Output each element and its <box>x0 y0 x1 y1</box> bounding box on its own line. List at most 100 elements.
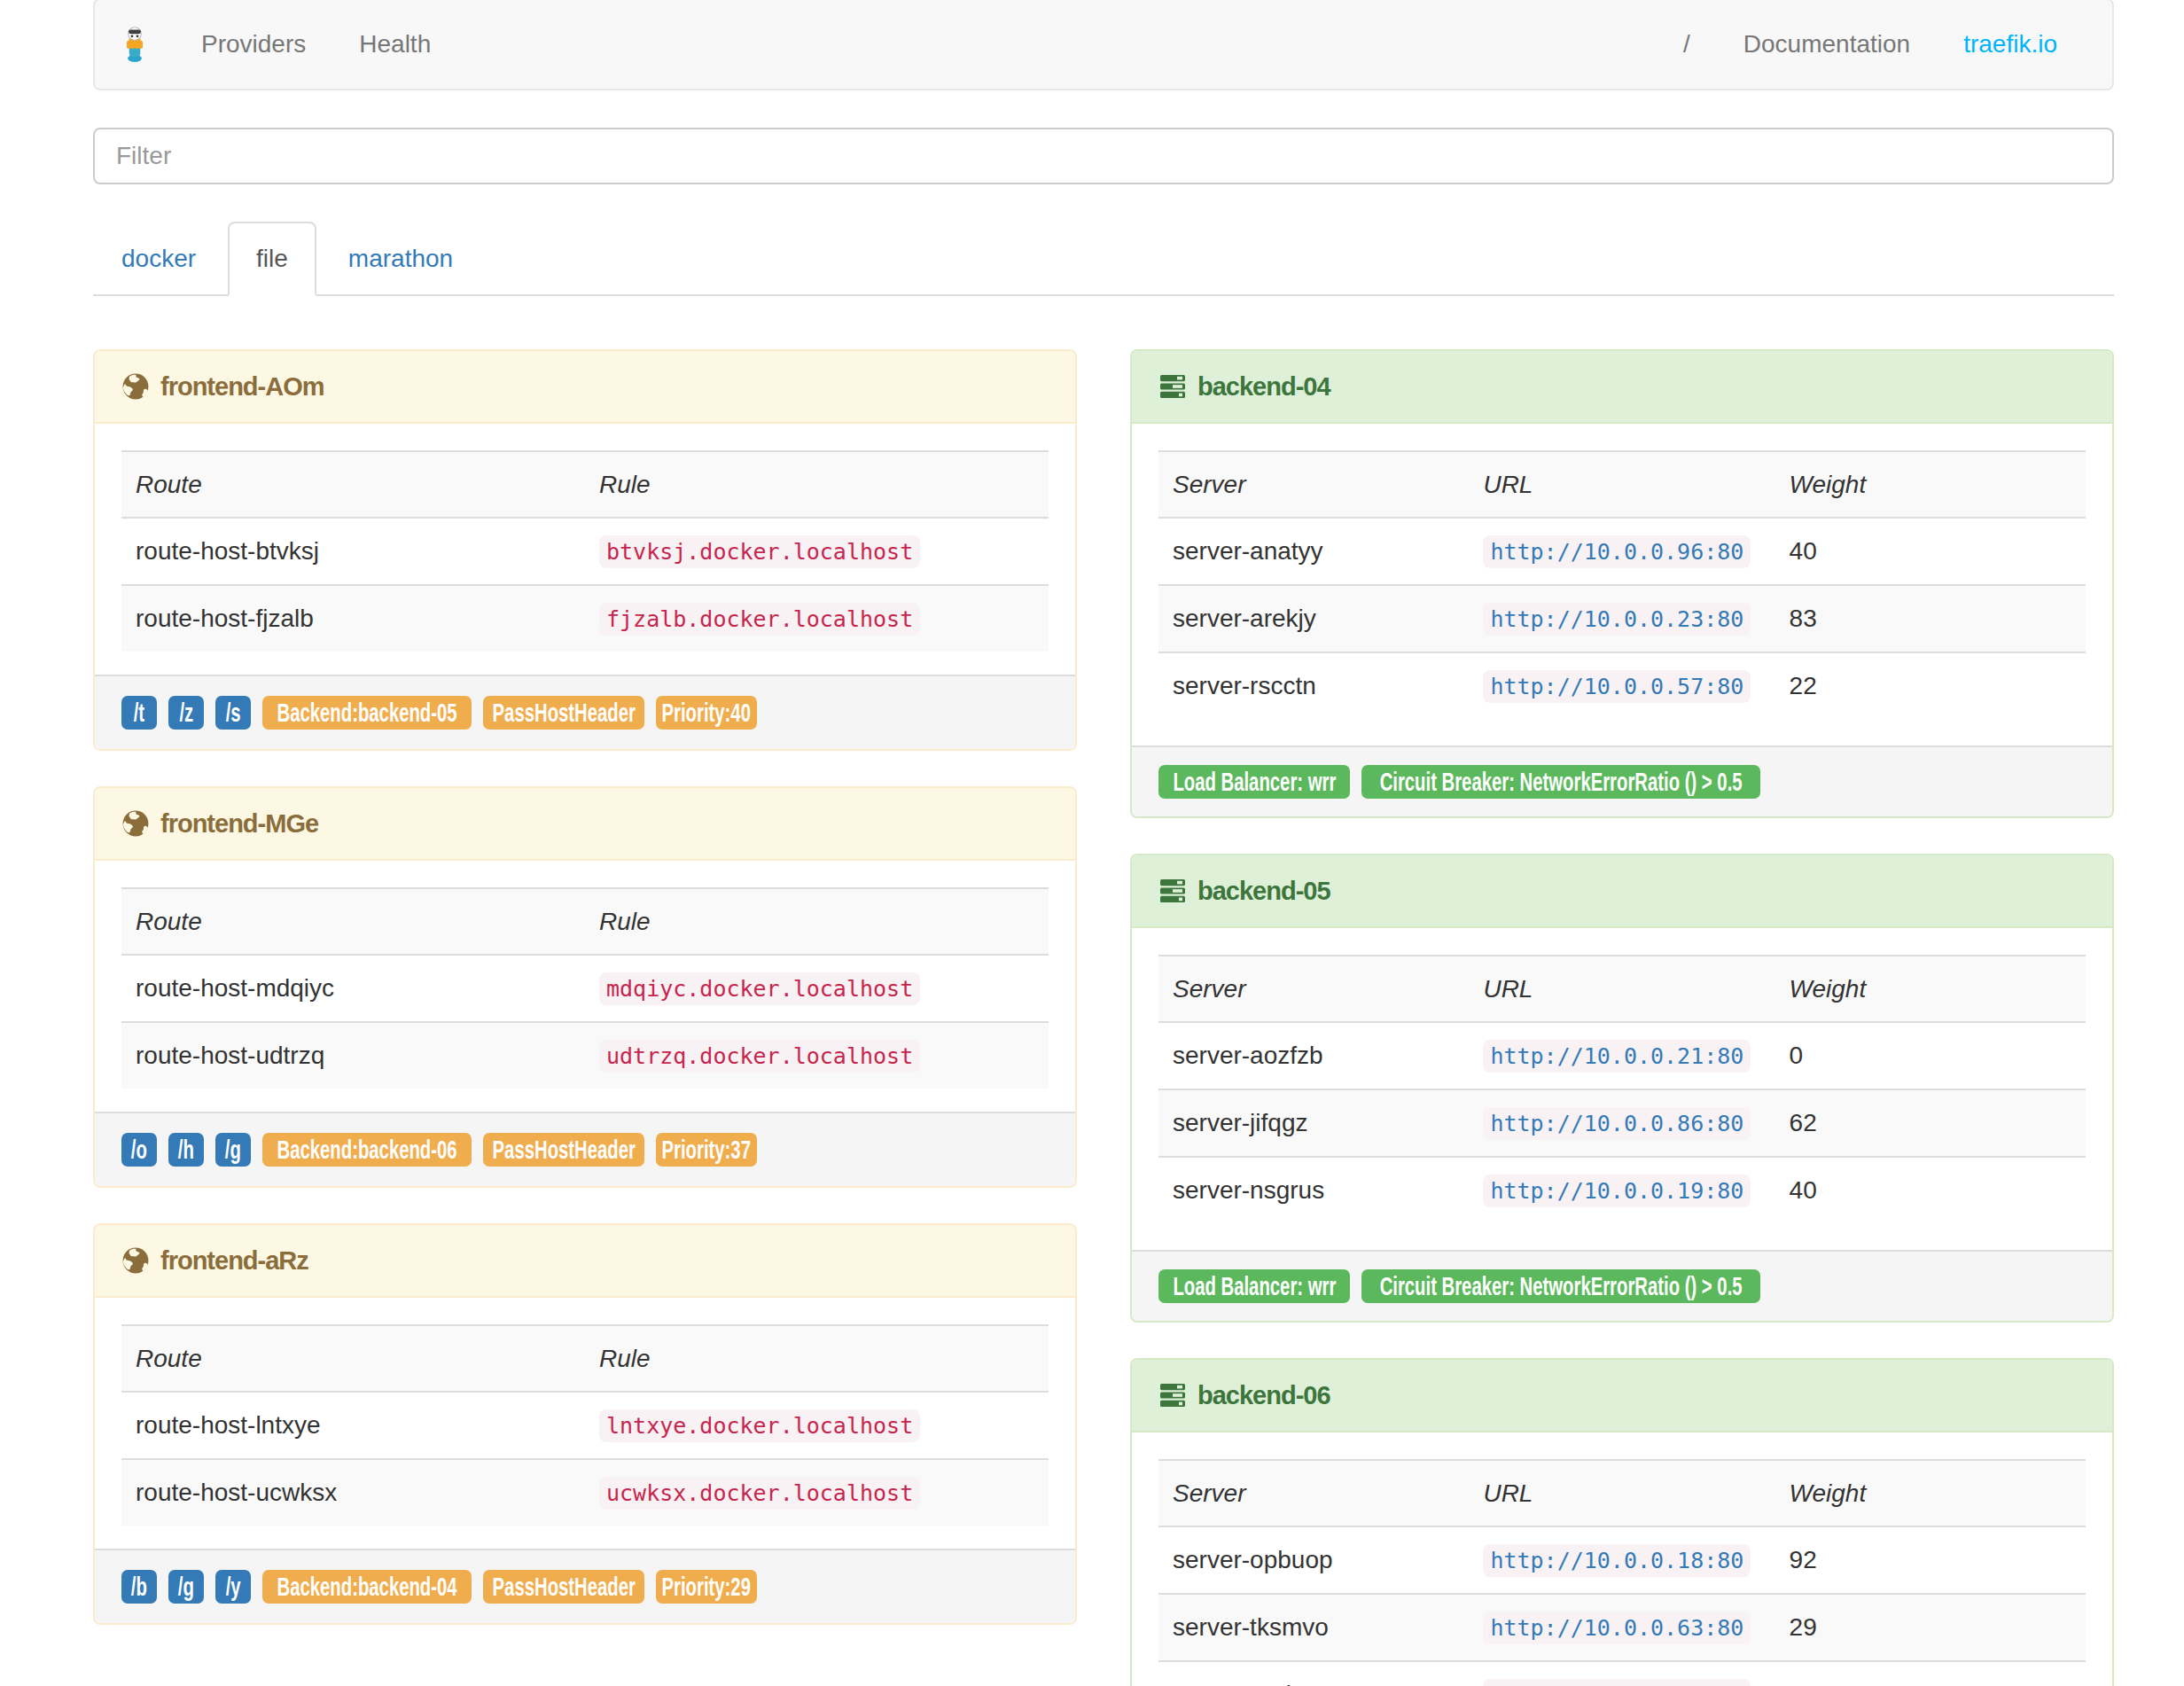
frontend-badge: Priority:29 <box>656 1570 757 1604</box>
server-weight: 83 <box>1775 585 2086 652</box>
path-badge: /s <box>215 696 251 730</box>
rule-value: ucwksx.docker.localhost <box>599 1477 920 1510</box>
backend-panel: backend-04ServerURLWeightserver-anatyyht… <box>1130 349 2114 818</box>
backend-server-row: server-nsgrus http://10.0.0.19:80 40 <box>1158 1157 2086 1223</box>
url-column-header: URL <box>1469 1460 1774 1526</box>
nav-traefik-io[interactable]: traefik.io <box>1937 2 2084 87</box>
backend-badge: Circuit Breaker: NetworkErrorRatio () > … <box>1361 1269 1760 1303</box>
server-name: server-anatyy <box>1158 518 1469 585</box>
path-badge: /g <box>215 1133 251 1167</box>
path-badge: /t <box>121 696 157 730</box>
frontend-panel-body: RouteRuleroute-host-btvksjbtvksj.docker.… <box>95 424 1075 675</box>
backend-table-header-row: ServerURLWeight <box>1158 451 2086 518</box>
server-name: server-opbuop <box>1158 1526 1469 1594</box>
frontend-badge: PassHostHeader <box>483 1570 644 1604</box>
server-url-cell: http://10.0.0.23:80 <box>1469 585 1774 652</box>
backend-server-row: server-opbuophttp://10.0.0.18:8092 <box>1158 1526 2086 1594</box>
server-weight: 40 <box>1775 518 2086 585</box>
server-column-header: Server <box>1158 451 1469 518</box>
tab-content: frontend-AOm RouteRuleroute-host-btvksjbt… <box>93 349 2114 1686</box>
backend-server-row: server-tksmvohttp://10.0.0.63:8029 <box>1158 1594 2086 1661</box>
tab-file: file <box>228 222 316 296</box>
backend-panel: backend-05ServerURLWeightserver-aozfzbht… <box>1130 854 2114 1323</box>
frontend-routes-table: RouteRuleroute-host-btvksjbtvksj.docker.… <box>121 450 1049 652</box>
backend-panel-body: ServerURLWeightserver-aozfzbhttp://10.0.… <box>1132 928 2112 1250</box>
server-url-cell: http://10.0.0.18:80 <box>1469 1526 1774 1594</box>
path-badge: /h <box>168 1133 204 1167</box>
frontend-panel-footer: /o/h/gBackend:backend-06PassHostHeaderPr… <box>95 1112 1075 1186</box>
server-weight: 92 <box>1775 1526 2086 1594</box>
weight-column-header: Weight <box>1775 956 2086 1022</box>
server-weight: 57 <box>1775 1661 2086 1686</box>
nav-providers[interactable]: Providers <box>175 2 332 87</box>
backend-server-row: server-updomohttp://10.0.0.83:8057 <box>1158 1661 2086 1686</box>
frontend-badge: Backend:backend-04 <box>262 1570 472 1604</box>
server-weight: 62 <box>1775 1089 2086 1157</box>
rule-value: btvksj.docker.localhost <box>599 535 920 568</box>
nav-health[interactable]: Health <box>332 2 457 87</box>
traefik-logo[interactable] <box>95 27 175 62</box>
weight-column-header: Weight <box>1775 451 2086 518</box>
backend-panel-footer: Load Balancer: wrrCircuit Breaker: Netwo… <box>1132 745 2112 816</box>
rule-column-header: Rule <box>585 451 1049 518</box>
url-column-header: URL <box>1469 451 1774 518</box>
frontend-table-header-row: RouteRule <box>121 451 1049 518</box>
path-badge: /y <box>215 1570 251 1604</box>
frontend-badge: PassHostHeader <box>483 1133 644 1167</box>
frontend-panel: frontend-AOm RouteRuleroute-host-btvksjbt… <box>93 349 1077 751</box>
page-container: Providers Health / Documentation traefik… <box>93 0 2114 1686</box>
frontend-panel-footer: /t/z/sBackend:backend-05PassHostHeaderPr… <box>95 675 1075 749</box>
tab-docker-link[interactable]: docker <box>93 222 224 296</box>
rule-value: mdqiyc.docker.localhost <box>599 972 920 1005</box>
backend-panel-title: backend-06 <box>1197 1378 1330 1413</box>
frontend-route-row: route-host-lntxyelntxye.docker.localhost <box>121 1392 1049 1459</box>
tab-file-link[interactable]: file <box>228 222 316 296</box>
backend-panel-title: backend-05 <box>1197 873 1330 909</box>
server-url: http://10.0.0.19:80 <box>1483 1175 1751 1207</box>
backend-server-row: server-anatyyhttp://10.0.0.96:8040 <box>1158 518 2086 585</box>
server-name: server-updomo <box>1158 1661 1469 1686</box>
server-name: server-aozfzb <box>1158 1022 1469 1089</box>
frontend-panel-title: frontend-MGe <box>160 806 318 841</box>
weight-column-header: Weight <box>1775 1460 2086 1526</box>
backend-servers-table: ServerURLWeightserver-opbuophttp://10.0.… <box>1158 1459 2086 1686</box>
route-name: route-host-fjzalb <box>121 585 585 652</box>
server-weight: 40 <box>1775 1157 2086 1223</box>
server-url-cell: http://10.0.0.63:80 <box>1469 1594 1774 1661</box>
filter-input[interactable] <box>93 128 2114 184</box>
server-url: http://10.0.0.86:80 <box>1483 1107 1751 1140</box>
globe-icon <box>121 372 150 401</box>
backend-panel-body: ServerURLWeightserver-anatyyhttp://10.0.… <box>1132 424 2112 745</box>
server-url-cell: http://10.0.0.83:80 <box>1469 1661 1774 1686</box>
frontend-badge: Priority:37 <box>656 1133 757 1167</box>
frontend-panel: frontend-MGeRouteRuleroute-host-mdqiycmd… <box>93 786 1077 1188</box>
frontend-route-row: route-host-fjzalbfjzalb.docker.localhost <box>121 585 1049 652</box>
server-url: http://10.0.0.21:80 <box>1483 1040 1751 1073</box>
backend-panel: backend-06ServerURLWeightserver-opbuopht… <box>1130 1358 2114 1686</box>
backend-server-row: server-jifqgzhttp://10.0.0.86:8062 <box>1158 1089 2086 1157</box>
frontend-panel-heading: frontend-AOm <box>95 351 1075 424</box>
backends-column: backend-04ServerURLWeightserver-anatyyht… <box>1130 349 2114 1686</box>
server-url-cell: http://10.0.0.57:80 <box>1469 652 1774 719</box>
server-column-header: Server <box>1158 1460 1469 1526</box>
tab-marathon: marathon <box>320 222 481 296</box>
traefik-mascot-icon <box>121 27 148 62</box>
backend-server-row: server-aozfzbhttp://10.0.0.21:800 <box>1158 1022 2086 1089</box>
backend-server-row: server-arekjyhttp://10.0.0.23:8083 <box>1158 585 2086 652</box>
backend-table-header-row: ServerURLWeight <box>1158 1460 2086 1526</box>
path-badge: /z <box>168 696 204 730</box>
backend-panel-heading: backend-05 <box>1132 855 2112 928</box>
url-column-header: URL <box>1469 956 1774 1022</box>
tab-marathon-link[interactable]: marathon <box>320 222 481 296</box>
rule-value: udtrzq.docker.localhost <box>599 1040 920 1073</box>
server-name: server-nsgrus <box>1158 1157 1469 1223</box>
frontend-route-row: route-host-udtrzqudtrzq.docker.localhost <box>121 1022 1049 1089</box>
tab-docker: docker <box>93 222 224 296</box>
rule-cell: ucwksx.docker.localhost <box>585 1459 1049 1526</box>
frontend-panel-body: RouteRuleroute-host-lntxyelntxye.docker.… <box>95 1298 1075 1549</box>
route-column-header: Route <box>121 1325 585 1392</box>
path-badge: /o <box>121 1133 157 1167</box>
nav-documentation[interactable]: Documentation <box>1717 2 1937 87</box>
backend-badge: Load Balancer: wrr <box>1158 1269 1350 1303</box>
backend-servers-table: ServerURLWeightserver-anatyyhttp://10.0.… <box>1158 450 2086 719</box>
